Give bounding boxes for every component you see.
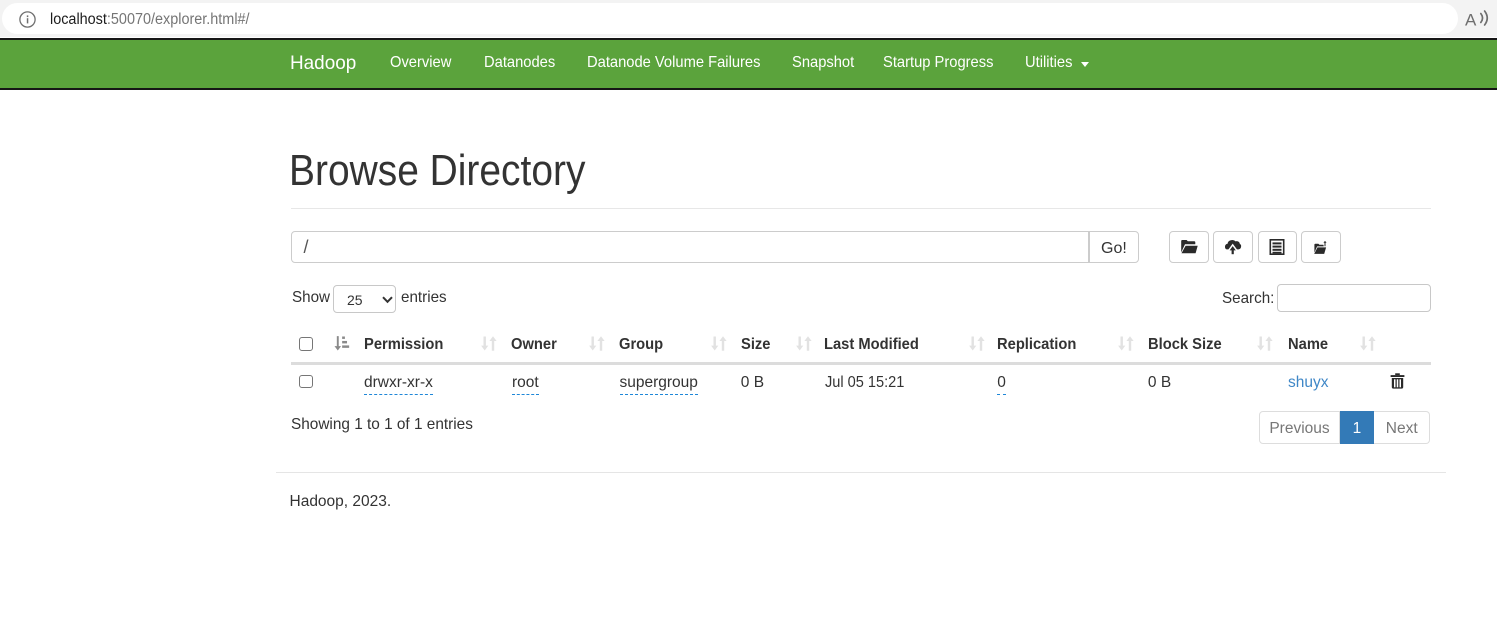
- svg-text:A: A: [1465, 10, 1477, 29]
